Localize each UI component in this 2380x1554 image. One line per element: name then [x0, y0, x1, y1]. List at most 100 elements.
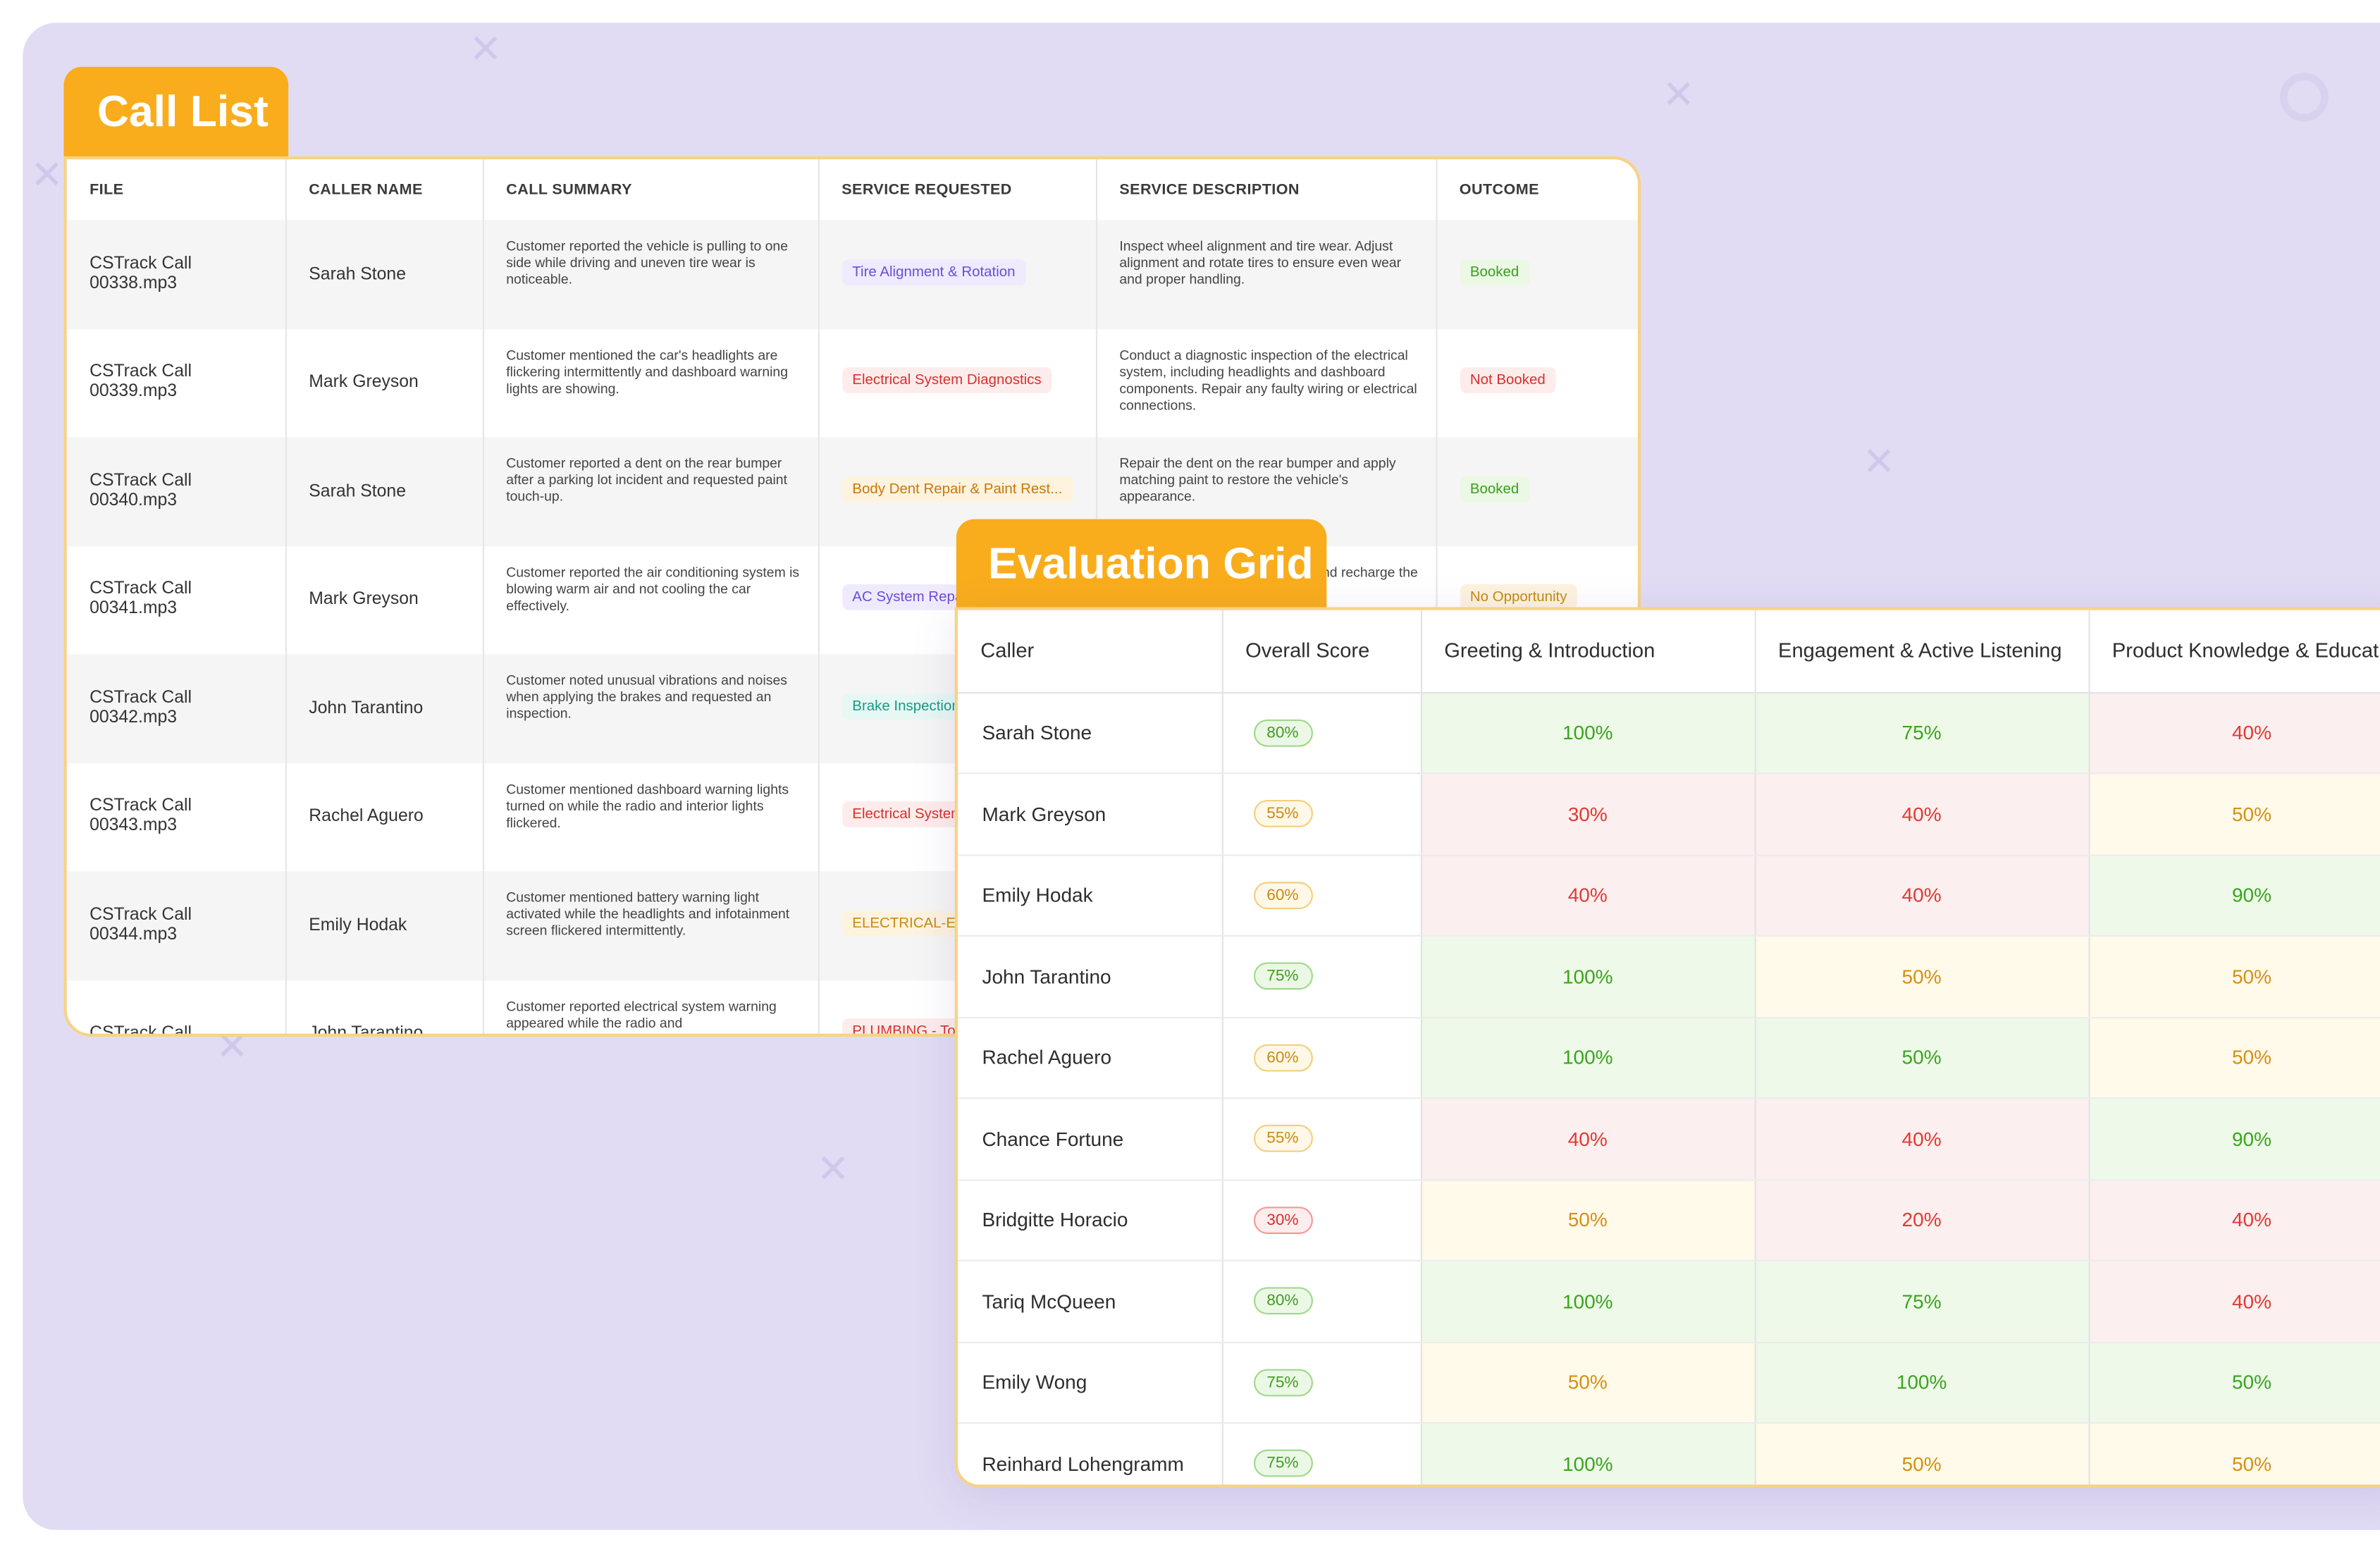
outcome-badge: Not Booked — [1459, 367, 1556, 394]
greeting-score-cell: 30% — [1420, 773, 1756, 856]
caller-name: Rachel Aguero — [982, 1046, 1112, 1069]
evaluation-row[interactable]: Rachel Aguero 60% 100% 50% 50% — [957, 1016, 2380, 1099]
caller-name-cell: Sarah Stone — [285, 220, 483, 329]
caller-name: Sarah Stone — [309, 265, 406, 284]
greeting-score-cell: 100% — [1420, 1423, 1756, 1485]
file-cell[interactable]: CSTrack Call 00340.mp3 — [66, 437, 286, 546]
file-cell[interactable]: CSTrack Call 00343.mp3 — [66, 763, 286, 872]
call-summary-cell: Customer reported a dent on the rear bum… — [482, 437, 819, 546]
caller-name: Rachel Aguero — [309, 808, 424, 827]
caller-name: Mark Greyson — [309, 374, 419, 393]
service-requested-cell: Electrical System Diagnostics — [818, 328, 1097, 438]
caller-cell: Chance Fortune — [957, 1098, 1223, 1180]
column-header-caller-name[interactable]: CALLER NAME — [285, 159, 483, 221]
overall-score-badge: 75% — [1252, 1369, 1312, 1396]
evaluation-grid-table: Caller Overall Score Greeting & Introduc… — [957, 610, 2380, 1485]
service-description: Inspect wheel alignment and tire wear. A… — [1119, 238, 1402, 288]
file-name: CSTrack Call 00343.mp3 — [90, 797, 192, 836]
service-description-cell: Inspect wheel alignment and tire wear. A… — [1095, 220, 1437, 329]
product-knowledge-score-cell: 50% — [2088, 1423, 2380, 1485]
outcome-cell: Booked — [1436, 437, 1638, 546]
greeting-score-cell: 100% — [1420, 1016, 1756, 1099]
caller-name: Emily Wong — [982, 1371, 1087, 1394]
evaluation-row[interactable]: Bridgitte Horacio 30% 50% 20% 40% — [957, 1179, 2380, 1262]
evaluation-row[interactable]: Tariq McQueen 80% 100% 75% 40% — [957, 1260, 2380, 1343]
call-summary-cell: Customer mentioned battery warning light… — [482, 871, 819, 980]
product-knowledge-score-cell: 50% — [2088, 773, 2380, 856]
call-row[interactable]: CSTrack Call 00339.mp3 Mark Greyson Custom… — [66, 328, 1638, 438]
overall-score-cell: 30% — [1221, 1179, 1422, 1262]
caller-cell: Emily Wong — [957, 1341, 1223, 1424]
evaluation-row[interactable]: Emily Hodak 60% 40% 40% 90% — [957, 854, 2380, 937]
evaluation-grid-tab[interactable]: Evaluation Grid — [956, 519, 1327, 617]
column-header-greeting[interactable]: Greeting & Introduction — [1420, 610, 1756, 693]
evaluation-row[interactable]: Reinhard Lohengramm 75% 100% 50% 50% — [957, 1423, 2380, 1485]
call-summary: Customer reported a dent on the rear bum… — [506, 455, 787, 505]
column-header-outcome[interactable]: OUTCOME — [1436, 159, 1637, 220]
column-header-service-requested[interactable]: SERVICE REQUESTED — [818, 159, 1097, 221]
service-description-cell: Conduct a diagnostic inspection of the e… — [1095, 328, 1437, 438]
product-knowledge-score-cell: 90% — [2088, 1098, 2380, 1180]
engagement-score-cell: 100% — [1754, 1341, 2090, 1424]
engagement-score-cell: 20% — [1754, 1179, 2090, 1262]
file-name: CSTrack Call 00342.mp3 — [90, 689, 192, 727]
service-tag[interactable]: Brake Inspection — [841, 693, 970, 720]
column-header-caller[interactable]: Caller — [957, 610, 1223, 693]
greeting-score-cell: 40% — [1420, 1098, 1756, 1180]
service-tag[interactable]: Electrical System Diagnostics — [841, 367, 1052, 394]
call-summary: Customer reported electrical system warn… — [506, 998, 777, 1030]
evaluation-row[interactable]: Emily Wong 75% 50% 100% 50% — [957, 1341, 2380, 1424]
column-header-call-summary[interactable]: CALL SUMMARY — [482, 159, 819, 221]
overall-score-cell: 80% — [1221, 692, 1422, 775]
caller-name: John Tarantino — [982, 965, 1111, 988]
file-cell[interactable]: CSTrack Call 00344.mp3 — [66, 871, 286, 980]
engagement-score-cell: 75% — [1754, 692, 2090, 775]
service-description: Repair the dent on the rear bumper and a… — [1119, 455, 1396, 505]
file-name: CSTrack Call 00340.mp3 — [90, 471, 192, 510]
evaluation-grid-title: Evaluation Grid — [988, 540, 1314, 589]
call-list-tab[interactable]: Call List — [63, 66, 289, 164]
caller-name: Emily Hodak — [309, 916, 407, 935]
column-header-file[interactable]: FILE — [66, 159, 286, 221]
greeting-score-cell: 40% — [1420, 854, 1756, 937]
caller-name: Tariq McQueen — [982, 1290, 1116, 1313]
call-summary-cell: Customer reported the air conditioning s… — [482, 545, 819, 655]
service-tag[interactable]: Body Dent Repair & Paint Rest... — [841, 476, 1073, 502]
file-cell[interactable]: CSTrack Call 00339.mp3 — [66, 328, 286, 438]
file-cell[interactable]: CSTrack Call 00338.mp3 — [66, 220, 286, 329]
call-row[interactable]: CSTrack Call 00338.mp3 Sarah Stone Custome… — [66, 220, 1638, 329]
evaluation-header-row: Caller Overall Score Greeting & Introduc… — [957, 610, 2380, 693]
call-row[interactable]: CSTrack Call 00340.mp3 Sarah Stone Custome… — [66, 437, 1638, 546]
caller-name: Sarah Stone — [982, 721, 1092, 744]
evaluation-row[interactable]: Chance Fortune 55% 40% 40% 90% — [957, 1098, 2380, 1180]
column-header-overall-score[interactable]: Overall Score — [1221, 610, 1422, 693]
overall-score-cell: 55% — [1221, 773, 1422, 856]
service-tag[interactable]: Tire Alignment & Rotation — [841, 259, 1026, 285]
service-tag[interactable]: Electrical System — [841, 801, 974, 828]
overall-score-cell: 75% — [1221, 1423, 1422, 1485]
caller-name: Bridgitte Horacio — [982, 1208, 1128, 1232]
overall-score-badge: 55% — [1252, 1125, 1312, 1153]
evaluation-row[interactable]: John Tarantino 75% 100% 50% 50% — [957, 935, 2380, 1018]
outcome-badge: Booked — [1459, 476, 1530, 502]
evaluation-row[interactable]: Mark Greyson 55% 30% 40% 50% — [957, 773, 2380, 856]
caller-name: Reinhard Lohengramm — [982, 1452, 1184, 1475]
caller-name: John Tarantino — [309, 699, 424, 718]
file-cell[interactable]: CSTrack Call 00342.mp3 — [66, 654, 286, 763]
product-knowledge-score-cell: 40% — [2088, 692, 2380, 775]
caller-cell: Mark Greyson — [957, 773, 1223, 856]
column-header-engagement[interactable]: Engagement & Active Listening — [1754, 610, 2090, 693]
column-header-product-knowledge[interactable]: Product Knowledge & Education — [2088, 610, 2380, 693]
product-knowledge-score-cell: 50% — [2088, 935, 2380, 1018]
greeting-score-cell: 50% — [1420, 1341, 1756, 1424]
column-header-service-description[interactable]: SERVICE DESCRIPTION — [1095, 159, 1437, 221]
file-cell[interactable]: CSTrack Call 00341.mp3 — [66, 545, 286, 655]
caller-name: Sarah Stone — [309, 482, 406, 501]
engagement-score-cell: 40% — [1754, 854, 2090, 937]
file-name: CSTrack Call 00344.mp3 — [90, 906, 192, 944]
product-knowledge-score-cell: 40% — [2088, 1179, 2380, 1262]
evaluation-row[interactable]: Sarah Stone 80% 100% 75% 40% — [957, 692, 2380, 775]
caller-cell: Bridgitte Horacio — [957, 1179, 1223, 1262]
file-cell[interactable]: CSTrack Call — [66, 980, 286, 1034]
caller-name-cell: Mark Greyson — [285, 545, 483, 655]
